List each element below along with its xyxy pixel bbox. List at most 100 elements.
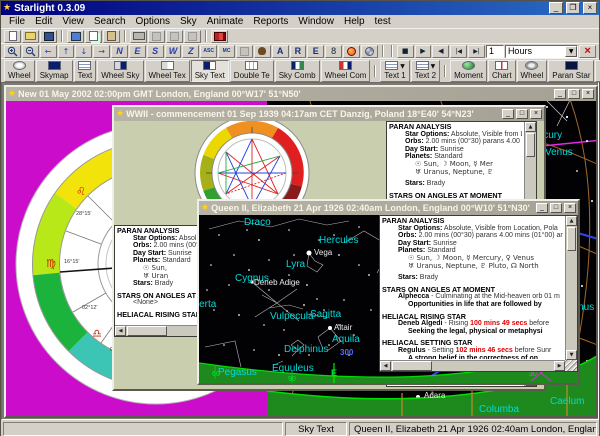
- open-button[interactable]: [22, 29, 39, 43]
- close-button[interactable]: ×: [583, 2, 597, 14]
- menu-sky[interactable]: Sky: [175, 16, 202, 27]
- paste-button[interactable]: [103, 29, 120, 43]
- anim-close-button[interactable]: ×: [579, 44, 597, 58]
- face-east-button[interactable]: E: [128, 44, 146, 58]
- face-west-button[interactable]: W: [164, 44, 182, 58]
- window-queen[interactable]: ★ Queen II, Elizabeth 21 Apr 1926 02:40a…: [197, 199, 580, 385]
- anim-stop-button[interactable]: ■: [396, 44, 414, 58]
- wheel2-button[interactable]: Wheel: [516, 59, 548, 82]
- menu-search[interactable]: Search: [89, 16, 131, 27]
- menu-reports[interactable]: Reports: [248, 16, 293, 27]
- vertical-scrollbar[interactable]: ▲ ▼: [565, 216, 577, 360]
- maximize-button[interactable]: □: [550, 203, 562, 213]
- view-sky-combo-button[interactable]: Sky Comb: [274, 59, 320, 82]
- redo-button[interactable]: [166, 29, 183, 43]
- window-wwii-titlebar[interactable]: ★ WWII - commencement 01 Sep 1939 04:17a…: [114, 107, 544, 121]
- zoom-out-button[interactable]: [21, 44, 39, 58]
- window-queen-titlebar[interactable]: ★ Queen II, Elizabeth 21 Apr 1926 02:40a…: [199, 201, 578, 215]
- menu-window[interactable]: Window: [293, 16, 339, 27]
- view-wheel-combo-button[interactable]: Wheel Com: [320, 59, 371, 82]
- help-books-button[interactable]: [211, 29, 228, 43]
- view-text2-button[interactable]: ▼ Text 2: [410, 59, 441, 82]
- paran-star-button[interactable]: Paran Star: [548, 59, 595, 82]
- scrollbar-thumb[interactable]: [526, 133, 535, 157]
- view-wheel-sky-button[interactable]: Wheel Sky: [97, 59, 144, 82]
- resize-grip[interactable]: [565, 360, 577, 371]
- horizontal-scrollbar[interactable]: ◀ ▶: [380, 360, 565, 371]
- view-skymap-button[interactable]: Skymap: [35, 59, 73, 82]
- face-south-button[interactable]: S: [146, 44, 164, 58]
- scroll-left-icon[interactable]: ◀: [380, 361, 391, 371]
- window-new-titlebar[interactable]: ★ New 01 May 2002 02:00pm GMT London, En…: [6, 87, 596, 101]
- view-text1-button[interactable]: ▼ Text 1: [380, 59, 410, 82]
- anim-play-button[interactable]: ▶: [414, 44, 432, 58]
- hourglass-button[interactable]: 8: [325, 44, 343, 58]
- restore-button[interactable]: ❐: [566, 2, 580, 14]
- pan-right-button[interactable]: →: [93, 44, 111, 58]
- rise-r-button[interactable]: R: [289, 44, 307, 58]
- scroll-right-icon[interactable]: ▶: [554, 361, 565, 371]
- new-button[interactable]: [4, 29, 21, 43]
- menu-edit[interactable]: Edit: [30, 16, 57, 27]
- chart-file-button[interactable]: [67, 29, 84, 43]
- menu-file[interactable]: File: [4, 16, 30, 27]
- anim-skip-start-button[interactable]: |◀: [450, 44, 468, 58]
- mc-button[interactable]: MC: [218, 44, 235, 58]
- field-value: Absolute, Visible from L: [450, 130, 522, 138]
- pan-left-button[interactable]: ←: [39, 44, 57, 58]
- pan-down-button[interactable]: ↓: [75, 44, 93, 58]
- menu-help[interactable]: Help: [339, 16, 370, 27]
- scroll-up-icon[interactable]: ▲: [525, 122, 536, 132]
- scroll-down-icon[interactable]: ▼: [566, 350, 577, 360]
- save-button[interactable]: [40, 29, 57, 43]
- view-wheel-text-button[interactable]: Wheel Tex: [144, 59, 190, 82]
- asc-button[interactable]: ASC: [200, 44, 218, 58]
- properties-button[interactable]: [184, 29, 201, 43]
- minimize-button[interactable]: _: [502, 109, 514, 119]
- scrollbar-thumb[interactable]: [567, 227, 576, 251]
- maximize-button[interactable]: □: [568, 89, 580, 99]
- view-double-text-button[interactable]: Double Te: [229, 59, 274, 82]
- face-north-button[interactable]: N: [111, 44, 128, 58]
- sky-map-button[interactable]: Sky Map: [595, 59, 600, 82]
- horizontal-scrollbar[interactable]: ◀: [115, 325, 207, 336]
- view-wheel-button[interactable]: Wheel: [4, 59, 35, 82]
- minimize-button[interactable]: _: [536, 203, 548, 213]
- ecliptic-e-button[interactable]: E: [307, 44, 325, 58]
- preview-button[interactable]: [235, 44, 253, 58]
- close-button[interactable]: ×: [530, 109, 542, 119]
- chart-button[interactable]: Chart: [487, 59, 516, 82]
- zoom-in-button[interactable]: [4, 44, 21, 58]
- copy-button[interactable]: [85, 29, 102, 43]
- menu-options[interactable]: Options: [131, 16, 175, 27]
- scrollbar-thumb[interactable]: [392, 361, 432, 371]
- undo-button[interactable]: [148, 29, 165, 43]
- app-titlebar[interactable]: ★ Starlight 0.3.09 _ ❐ ×: [1, 1, 599, 15]
- minimize-button[interactable]: _: [549, 2, 563, 14]
- close-button[interactable]: ×: [582, 89, 594, 99]
- menu-animate[interactable]: Animate: [202, 16, 249, 27]
- animal-button[interactable]: [253, 44, 271, 58]
- scroll-left-icon[interactable]: ◀: [115, 326, 126, 336]
- scroll-up-icon[interactable]: ▲: [566, 216, 577, 226]
- view-sky-text-button[interactable]: Sky Text: [190, 59, 229, 82]
- scrollbar-thumb[interactable]: [127, 326, 167, 336]
- maximize-button[interactable]: □: [516, 109, 528, 119]
- minimize-button[interactable]: _: [554, 89, 566, 99]
- sun-button[interactable]: [343, 44, 360, 58]
- close-button[interactable]: ×: [564, 203, 576, 213]
- print-button[interactable]: [130, 29, 147, 43]
- menu-view[interactable]: View: [57, 16, 89, 27]
- zenith-button[interactable]: Z: [182, 44, 200, 58]
- chevron-down-icon[interactable]: ▼: [565, 45, 578, 57]
- anim-interval-input[interactable]: [485, 44, 504, 58]
- moment-button[interactable]: Moment: [450, 59, 487, 82]
- menu-test[interactable]: test: [370, 16, 396, 27]
- view-text-button[interactable]: Text: [73, 59, 97, 82]
- anim-unit-dropdown[interactable]: Hours ▼: [504, 44, 579, 58]
- angles-a-button[interactable]: A: [271, 44, 289, 58]
- settings-gear-button[interactable]: [360, 44, 378, 58]
- pan-up-button[interactable]: ↑: [57, 44, 75, 58]
- anim-skip-end-button[interactable]: ▶|: [468, 44, 485, 58]
- anim-step-back-button[interactable]: ◀: [432, 44, 450, 58]
